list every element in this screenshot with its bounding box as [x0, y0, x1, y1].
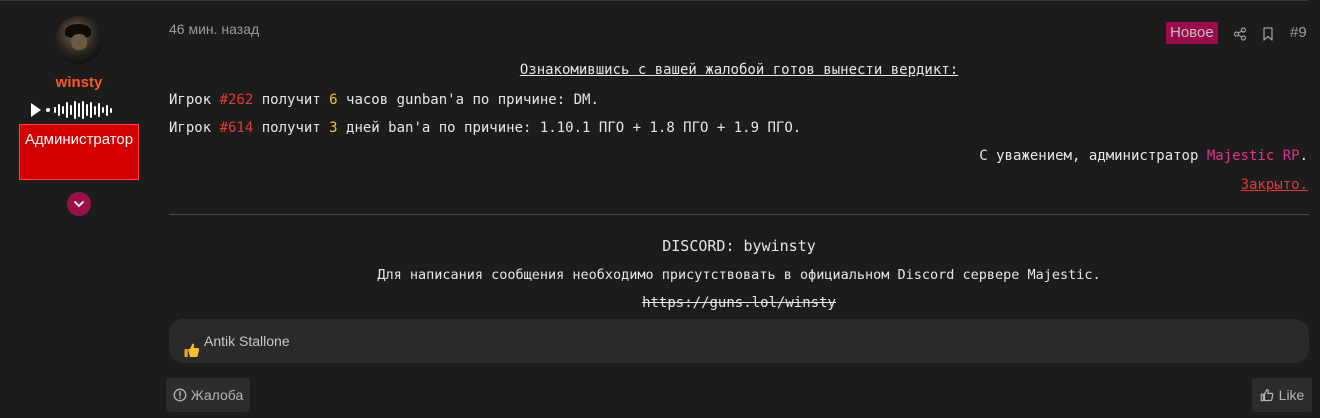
- player-id-highlight: #262: [219, 92, 254, 108]
- alert-circle-icon: [173, 388, 187, 402]
- thumbs-up-emoji-icon: [184, 343, 200, 357]
- signature-text: Для написания сообщения необходимо прису…: [377, 267, 1101, 283]
- player-id-highlight: #614: [219, 120, 254, 136]
- expand-user-info-button[interactable]: [67, 192, 91, 216]
- count-highlight: 6: [329, 92, 338, 108]
- regards-line: С уважением, администратор Majestic RP.: [979, 148, 1308, 164]
- like-button[interactable]: Like: [1252, 378, 1312, 412]
- signature-discord: DISCORD: bywinsty: [662, 237, 816, 255]
- post-number-link[interactable]: #9: [1290, 24, 1307, 41]
- report-label: Жалоба: [190, 387, 244, 403]
- signature-divider: [169, 214, 1309, 215]
- new-badge: Новое: [1166, 22, 1218, 44]
- closed-status: Закрыто.: [1240, 177, 1308, 193]
- signature-link[interactable]: https://guns.lol/winsty: [169, 295, 1309, 311]
- thumbs-up-icon: [1260, 388, 1273, 402]
- bookmark-icon[interactable]: [1262, 27, 1274, 41]
- top-divider: [0, 0, 1308, 1]
- verdict-line-2: Игрок #614 получит 3 дней ban'a по причи…: [169, 120, 802, 136]
- report-button[interactable]: Жалоба: [166, 378, 250, 412]
- brand-name: Majestic RP: [1206, 148, 1300, 164]
- verdict-line-1: Игрок #262 получит 6 часов gunban'a по п…: [169, 92, 599, 108]
- role-banner: Администратор: [19, 124, 139, 180]
- verdict-heading: Ознакомившись с вашей жалобой готов выне…: [519, 62, 959, 78]
- reaction-users[interactable]: Antik Stallone: [204, 333, 290, 349]
- count-highlight: 3: [329, 120, 338, 136]
- like-label: Like: [1278, 387, 1305, 403]
- username[interactable]: winsty: [0, 74, 158, 91]
- post-time[interactable]: 46 мин. назад: [169, 21, 259, 37]
- share-icon[interactable]: [1233, 27, 1247, 41]
- chevron-down-icon: [74, 201, 84, 208]
- reactions-bar[interactable]: Antik Stallone: [169, 319, 1309, 363]
- avatar[interactable]: [55, 16, 103, 64]
- audio-waveform-icon: [31, 100, 131, 120]
